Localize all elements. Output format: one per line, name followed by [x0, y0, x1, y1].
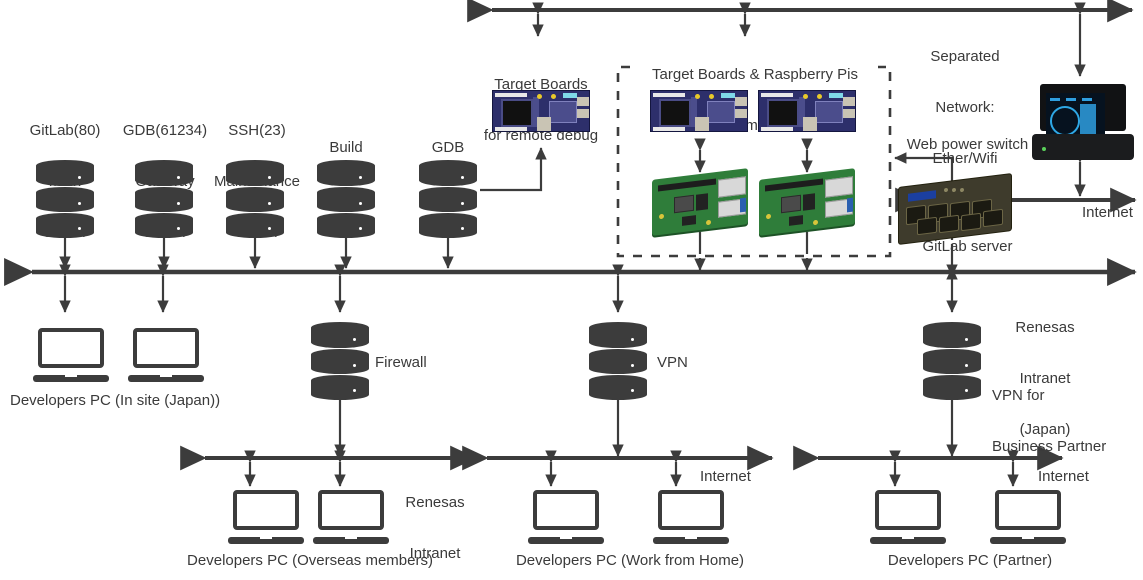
node-label-line: Business Partner: [992, 438, 1107, 455]
laptop-icon: [528, 490, 604, 544]
laptop-icon: [870, 490, 946, 544]
bus-label-internet-home: Internet: [700, 468, 751, 485]
laptop-icon: [228, 490, 304, 544]
database-cylinder-icon: [317, 160, 375, 238]
laptop-icon: [33, 328, 109, 382]
client-label-partner: Developers PC (Partner): [887, 552, 1053, 569]
laptop-icon: [653, 490, 729, 544]
node-label-firewall: Firewall: [375, 354, 427, 371]
group-label-line: Separated: [930, 48, 1000, 65]
database-cylinder-icon: [135, 160, 193, 238]
laptop-icon: [990, 490, 1066, 544]
client-label-home: Developers PC (Work from Home): [515, 552, 745, 569]
target-board-icon: [492, 90, 590, 132]
node-label-line: VPN for: [992, 387, 1045, 404]
database-cylinder-icon: [419, 160, 477, 238]
target-board-icon: [758, 90, 856, 132]
group-label-line: Target Boards & Raspberry Pis: [652, 66, 858, 83]
node-label-vpn: VPN: [657, 354, 688, 371]
laptop-icon: [128, 328, 204, 382]
database-cylinder-icon: [923, 322, 981, 400]
gateway-to-subbus-links: [334, 400, 958, 457]
server-label-line: Build: [329, 139, 363, 156]
wifi-router-icon: [1032, 84, 1134, 160]
raspberry-pi-icon: [652, 168, 748, 236]
bus-label-internet-top-right: Internet: [1082, 204, 1133, 221]
web-power-switch-icon: [898, 173, 1012, 245]
main-bus-downlinks: [59, 264, 958, 313]
database-cylinder-icon: [589, 322, 647, 400]
group-label-line: Web power switch: [906, 136, 1029, 153]
target-board-icon: [650, 90, 748, 132]
client-label-in-site: Developers PC (In site (Japan)): [10, 392, 221, 409]
database-cylinder-icon: [311, 322, 369, 400]
raspberry-pi-icon: [759, 168, 855, 236]
database-cylinder-icon: [36, 160, 94, 238]
network-diagram: GitLab(80) Main Server GDB(61234) Gatewa…: [0, 0, 1143, 580]
bus-label-internet-partner: Internet: [1038, 468, 1089, 485]
database-cylinder-icon: [226, 160, 284, 238]
client-label-overseas: Developers PC (Overseas members): [187, 552, 433, 569]
bus-label-line: Renesas: [405, 494, 465, 511]
bus-label-line: Renesas: [1015, 319, 1075, 336]
